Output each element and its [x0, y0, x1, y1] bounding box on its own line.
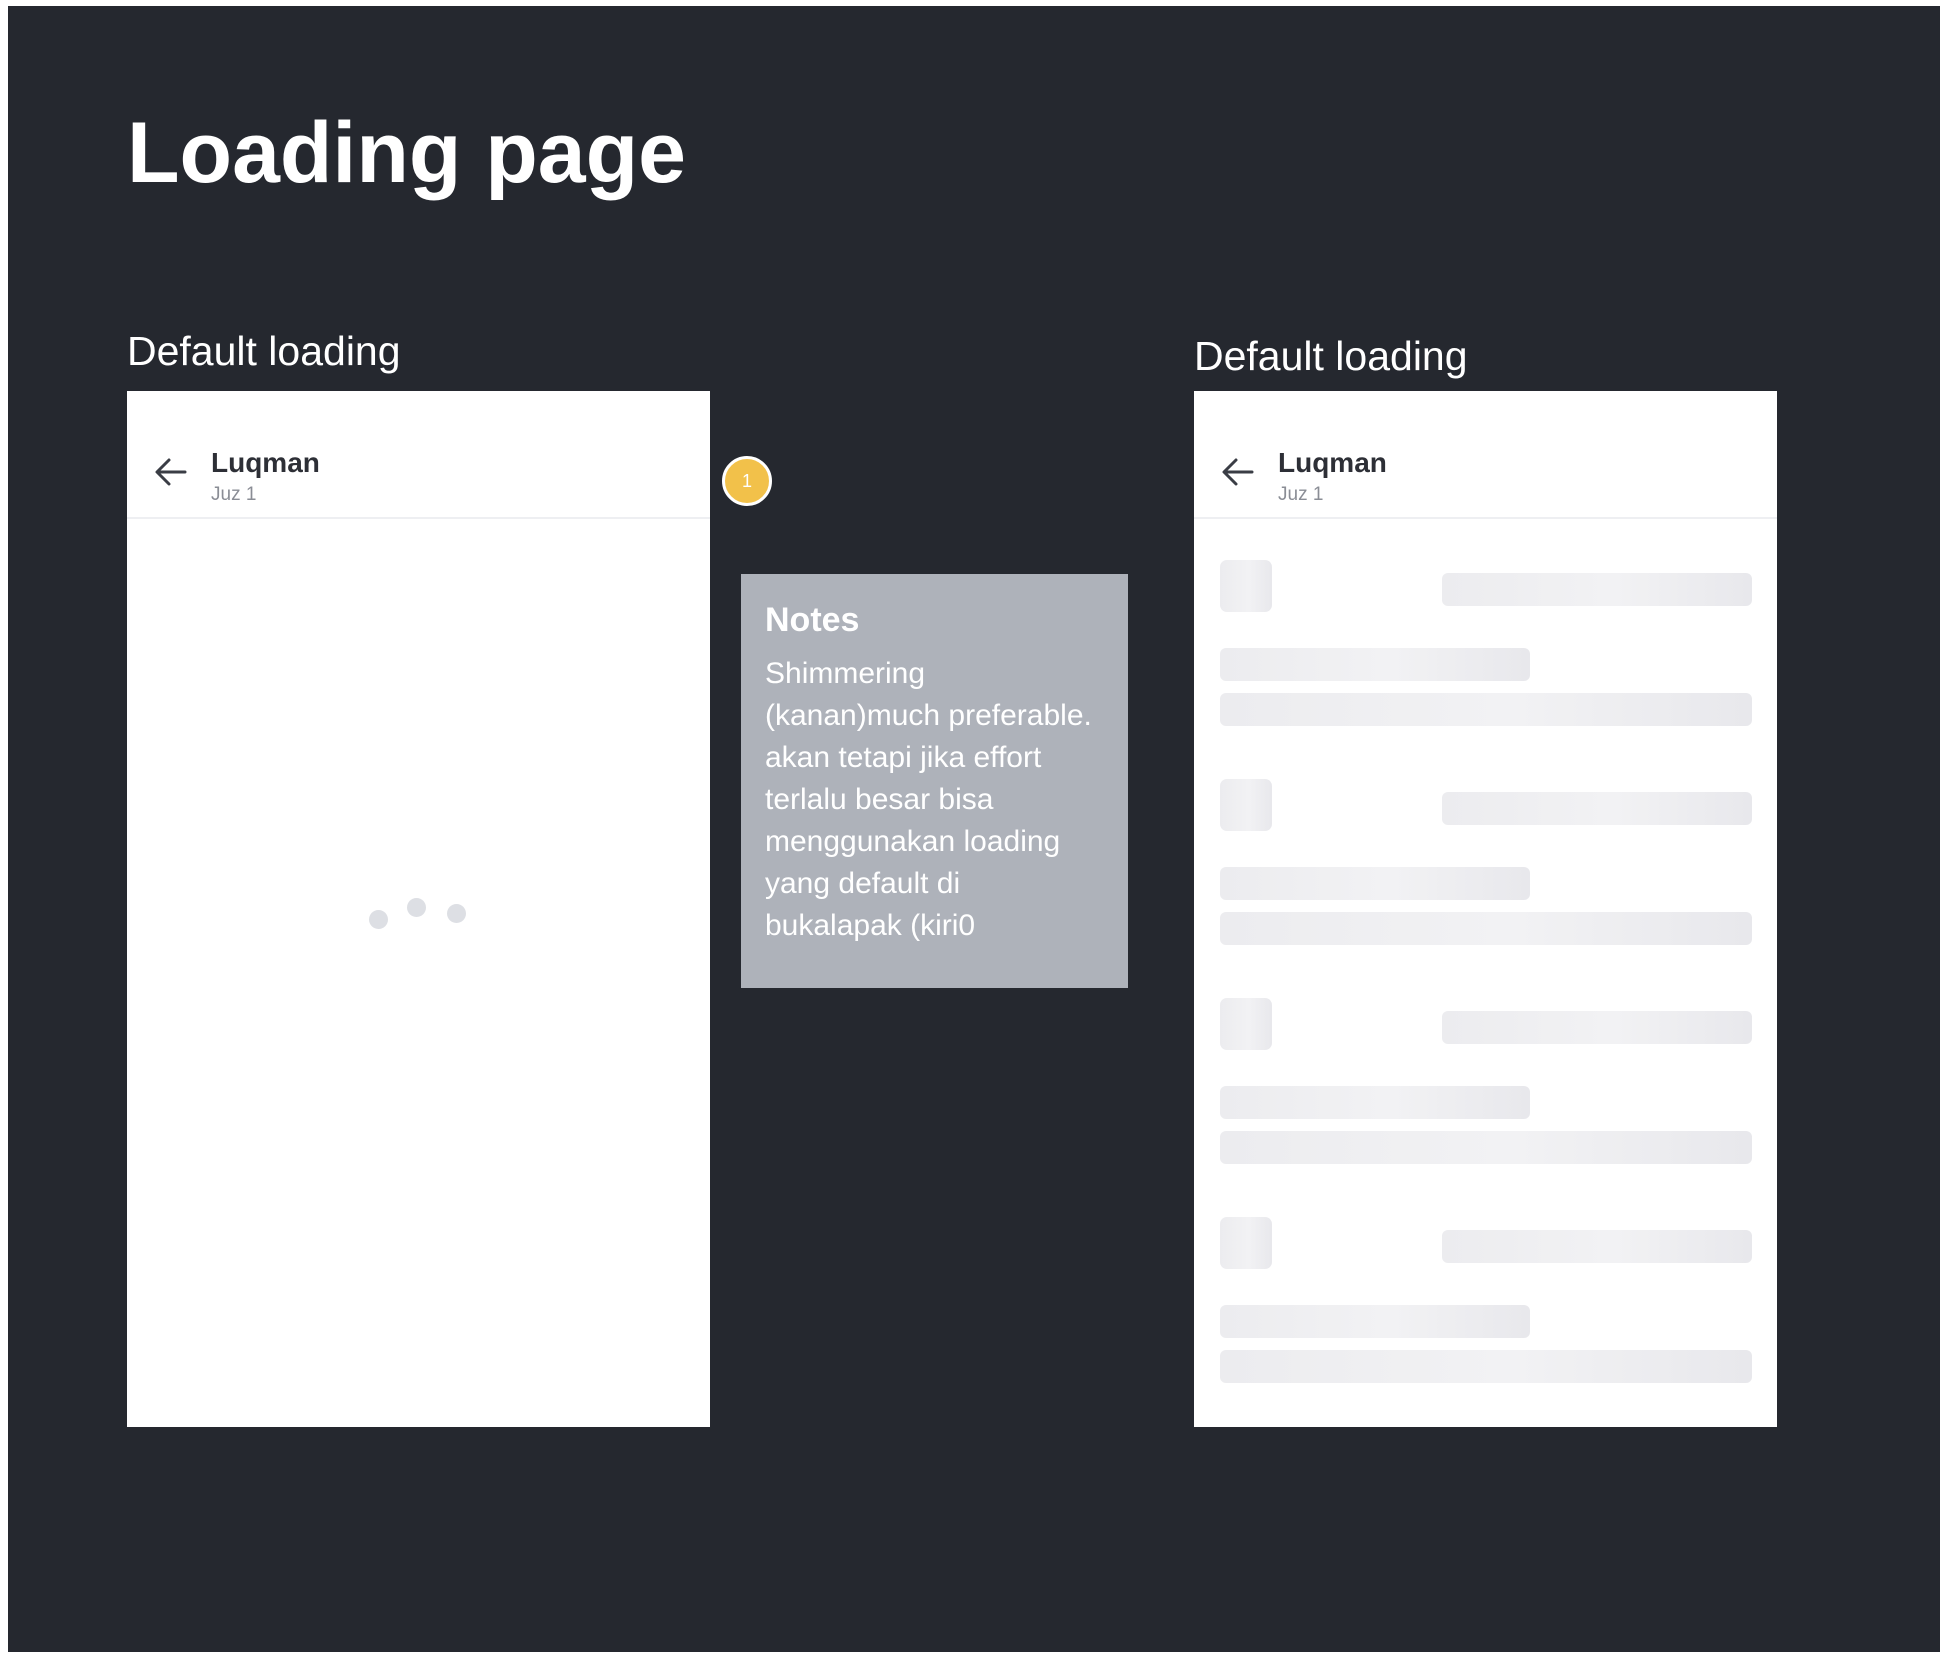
skeleton-line-medium — [1220, 648, 1530, 681]
skeleton-line-short — [1442, 1230, 1752, 1263]
skeleton-line-full — [1220, 1131, 1752, 1164]
notes-title: Notes — [765, 601, 860, 639]
arrow-left-icon[interactable] — [1221, 455, 1255, 489]
skeleton-avatar — [1220, 1217, 1272, 1269]
app-header: Luqman Juz 1 — [1194, 391, 1777, 519]
skeleton-line-short — [1442, 1011, 1752, 1044]
header-subtitle: Juz 1 — [1278, 484, 1324, 505]
loading-dot — [447, 904, 466, 923]
annotation-badge[interactable]: 1 — [722, 456, 772, 506]
left-phone-frame: Luqman Juz 1 — [127, 391, 710, 1427]
notes-body: Shimmering (kanan)much preferable. akan … — [765, 657, 1092, 943]
skeleton-line-short — [1442, 792, 1752, 825]
design-canvas: Loading page Default loading Default loa… — [8, 6, 1940, 1652]
skeleton-avatar — [1220, 779, 1272, 831]
skeleton-avatar — [1220, 560, 1272, 612]
skeleton-line-short — [1442, 573, 1752, 606]
page-title: Loading page — [127, 105, 686, 201]
loading-dots-icon — [127, 391, 710, 1427]
skeleton-line-full — [1220, 693, 1752, 726]
skeleton-line-medium — [1220, 867, 1530, 900]
skeleton-line-full — [1220, 912, 1752, 945]
right-section-label: Default loading — [1194, 333, 1468, 379]
right-phone-frame: Luqman Juz 1 — [1194, 391, 1777, 1427]
notes-card: Notes Shimmering (kanan)much preferable.… — [741, 574, 1128, 988]
skeleton-avatar — [1220, 998, 1272, 1050]
left-section-label: Default loading — [127, 328, 401, 374]
skeleton-line-medium — [1220, 1305, 1530, 1338]
header-title: Luqman — [1278, 447, 1387, 478]
skeleton-line-full — [1220, 1350, 1752, 1383]
loading-dot — [369, 910, 388, 929]
loading-dot — [407, 898, 426, 917]
skeleton-line-medium — [1220, 1086, 1530, 1119]
